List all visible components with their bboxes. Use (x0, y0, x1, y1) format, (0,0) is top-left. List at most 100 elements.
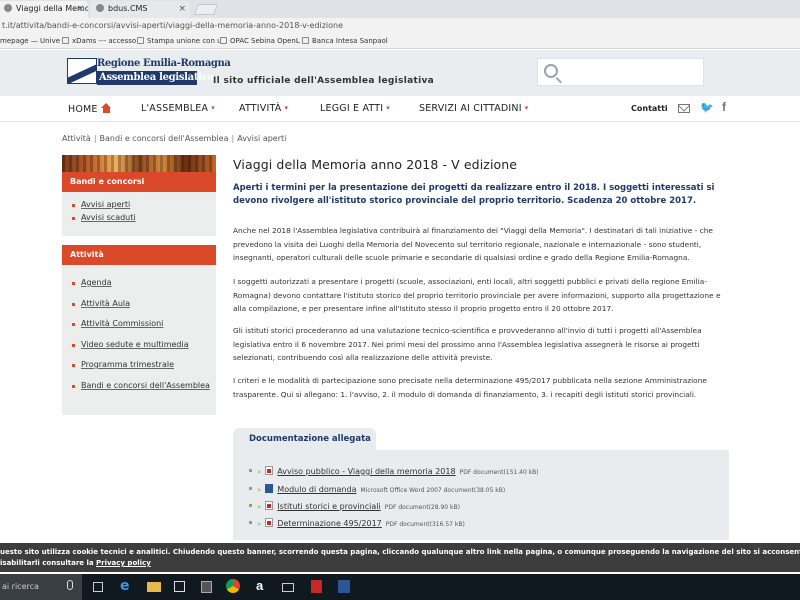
lead-paragraph: Aperti i termini per la presentazione de… (233, 183, 715, 206)
sidebar-list: Agenda Attività Aula Attività Commission… (62, 265, 216, 415)
sidebar-item-avvisi-scaduti[interactable]: Avvisi scaduti (72, 213, 216, 226)
task-view-icon[interactable] (93, 582, 103, 592)
page-icon (302, 37, 309, 44)
new-tab-button[interactable] (193, 4, 219, 15)
cookie-text-line2: isabilitarli consultare la Privacy polic… (0, 559, 151, 567)
document-item: » Determinazione 495/2017 PDF document(316… (249, 518, 465, 528)
breadcrumb-item[interactable]: Attività (62, 134, 91, 143)
sidebar-item-video-sedute[interactable]: Video sedute e multimedia (72, 340, 216, 361)
store-icon[interactable] (174, 581, 185, 592)
address-bar[interactable]: t.it/attivita/bandi-e-concorsi/avvisi-ap… (0, 18, 800, 34)
breadcrumb-item[interactable]: Avvisi aperti (237, 134, 286, 143)
acrobat-icon[interactable] (311, 580, 322, 593)
pdf-icon (265, 518, 274, 527)
sidebar-item-agenda[interactable]: Agenda (72, 278, 216, 299)
chrome-icon[interactable] (226, 579, 240, 593)
browser-tab-bar: Viaggi della Memoria anr × bdus.CMS × (0, 0, 800, 18)
mail-icon[interactable] (678, 104, 690, 113)
bookmark[interactable]: mepage — Unive (0, 34, 60, 48)
breadcrumb-separator: | (231, 134, 235, 143)
address-url: t.it/attivita/bandi-e-concorsi/avvisi-ap… (2, 21, 344, 30)
sidebar-banner-image (62, 155, 216, 172)
documents-title: Documentazione allegata (233, 428, 376, 450)
body-paragraph: I soggetti autorizzati a presentare i pr… (233, 277, 721, 313)
document-link[interactable]: Determinazione 495/2017 (277, 519, 381, 528)
bookmark[interactable]: Stampa unione con u (137, 34, 222, 48)
site-tagline: Il sito ufficiale dell'Assemblea legisla… (213, 76, 434, 86)
logo-region[interactable]: Regione Emilia-Romagna (97, 58, 231, 70)
pdf-icon (265, 466, 274, 475)
chevron-down-icon: ▾ (524, 104, 529, 112)
favicon-icon (4, 4, 12, 12)
mail-app-icon[interactable] (282, 583, 294, 592)
chevron-down-icon: ▾ (284, 104, 289, 112)
document-link[interactable]: Avviso pubblico - Viaggi della memoria 2… (277, 467, 455, 476)
document-meta: PDF document(28.90 kB) (384, 504, 460, 511)
favicon-icon (96, 4, 104, 12)
document-item: » Istituti storici e provinciali PDF docum… (249, 501, 460, 511)
sidebar-item-bandi-concorsi[interactable]: Bandi e concorsi dell'Assemblea (72, 381, 216, 402)
document-meta: PDF document(316.57 kB) (385, 521, 465, 528)
facebook-icon[interactable]: f (722, 100, 726, 114)
word-app-icon[interactable] (338, 580, 350, 593)
document-item: » Avviso pubblico - Viaggi della memoria … (249, 466, 539, 476)
page-icon (137, 37, 144, 44)
body-paragraph: Anche nel 2018 l'Assemblea legislativa c… (233, 226, 713, 262)
bookmark[interactable]: OPAC Sebina OpenL (220, 34, 300, 48)
twitter-icon[interactable]: 🐦 (700, 101, 714, 114)
breadcrumb-item[interactable]: Bandi e concorsi dell'Assemblea (100, 134, 229, 143)
page-icon (220, 37, 227, 44)
document-meta: Microsoft Office Word 2007 document(38.0… (360, 487, 506, 494)
sidebar-item-programma-trimestrale[interactable]: Programma trimestrale (72, 360, 216, 381)
amazon-icon[interactable]: a (256, 579, 270, 593)
browser-tab[interactable]: bdus.CMS × (90, 1, 190, 18)
close-tab-icon[interactable]: × (76, 1, 84, 17)
page-title: Viaggi della Memoria anno 2018 - V edizi… (233, 157, 518, 172)
bookmark[interactable]: Banca Intesa Sanpaol (302, 34, 388, 48)
microphone-icon[interactable] (67, 580, 73, 590)
document-link[interactable]: Modulo di domanda (277, 485, 356, 494)
browser-tab-active[interactable]: Viaggi della Memoria anr × (0, 1, 88, 18)
logo-assembly[interactable]: Assemblea legislativa (97, 71, 214, 85)
pdf-icon (265, 501, 274, 510)
breadcrumb-separator: | (93, 134, 97, 143)
privacy-policy-link[interactable]: Privacy policy (96, 559, 151, 567)
chevron-right-icon: » (257, 503, 262, 511)
tab-label: bdus.CMS (108, 4, 148, 13)
file-explorer-icon[interactable] (147, 582, 161, 592)
word-icon (265, 484, 274, 493)
document-item: » Modulo di domanda Microsoft Office Word … (249, 484, 505, 494)
nav-attivita[interactable]: ATTIVITÀ ▾ (239, 103, 288, 114)
sidebar-section-title: Attività (62, 245, 216, 265)
bookmarks-bar: mepage — Unive xDams --- accesso Stampa … (0, 34, 800, 49)
chevron-right-icon: » (257, 486, 262, 494)
search-icon[interactable] (544, 64, 558, 78)
contatti-link[interactable]: Contatti (631, 104, 668, 113)
nav-leggi-e-atti[interactable]: LEGGI E ATTI ▾ (320, 103, 390, 114)
breadcrumb: Attività | Bandi e concorsi dell'Assemblea… (62, 134, 286, 143)
calculator-icon[interactable] (201, 581, 212, 593)
body-paragraph: Gli istituti storici procederanno ad una… (233, 326, 702, 362)
chevron-down-icon: ▾ (211, 104, 215, 112)
logo-icon[interactable] (67, 58, 97, 84)
chevron-right-icon: » (257, 520, 262, 528)
sidebar-item-attivita-aula[interactable]: Attività Aula (72, 299, 216, 320)
body-paragraph: I criteri e le modalità di partecipazion… (233, 376, 707, 399)
home-icon (100, 103, 112, 113)
bookmark[interactable]: xDams --- accesso (62, 34, 136, 48)
page-icon (62, 37, 69, 44)
nav-home[interactable]: HOME (68, 103, 112, 115)
sidebar-item-attivita-commissioni[interactable]: Attività Commissioni (72, 319, 216, 340)
close-tab-icon[interactable]: × (178, 1, 186, 17)
bullet-icon (249, 469, 252, 472)
sidebar-item-avvisi-aperti[interactable]: Avvisi aperti (72, 200, 216, 213)
cookie-banner: uesto sito utilizza cookie tecnici e ana… (0, 543, 800, 572)
nav-assemblea[interactable]: L'ASSEMBLEA ▾ (141, 103, 215, 114)
nav-servizi[interactable]: SERVIZI AI CITTADINI ▾ (419, 103, 528, 114)
document-link[interactable]: Istituti storici e provinciali (277, 502, 380, 511)
chevron-right-icon: » (257, 468, 262, 476)
document-meta: PDF document(151.40 kB) (459, 469, 539, 476)
edge-icon[interactable]: e (120, 579, 134, 593)
cookie-text: uesto sito utilizza cookie tecnici e ana… (0, 548, 800, 556)
chevron-down-icon: ▾ (386, 104, 390, 112)
